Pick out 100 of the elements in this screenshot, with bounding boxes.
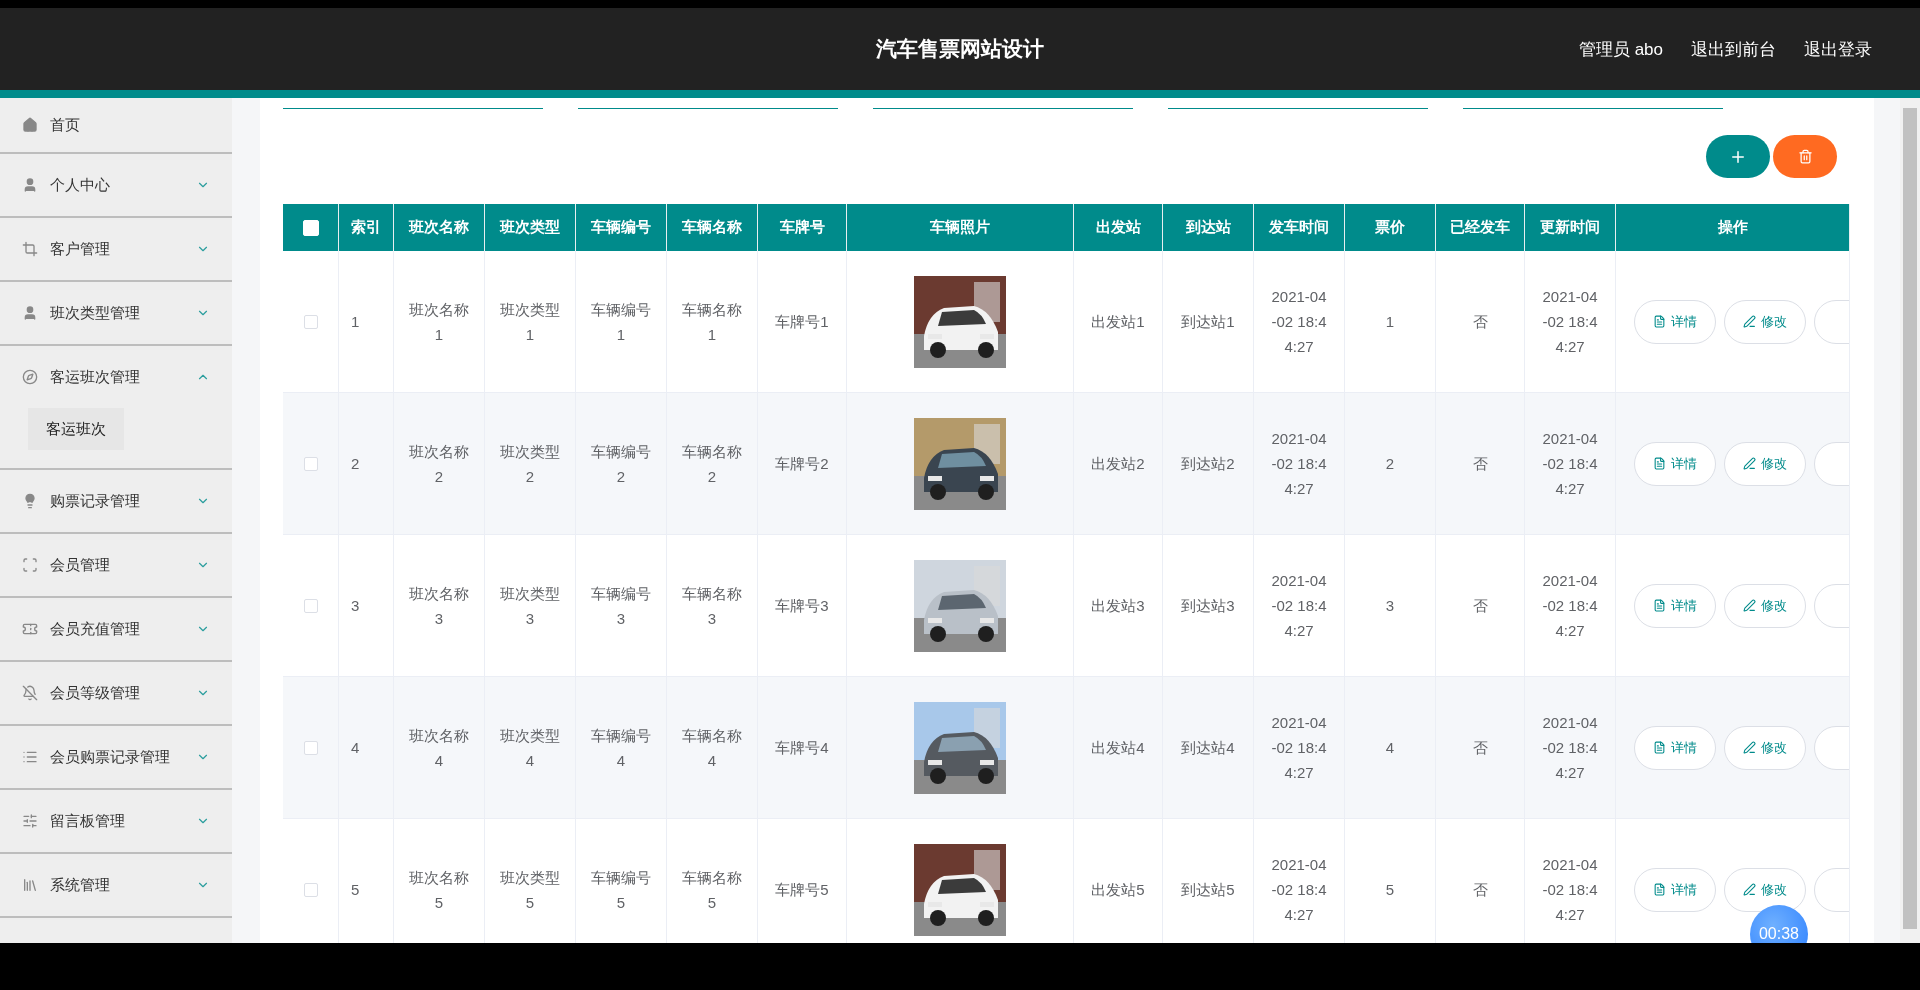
table-cell-text: 车辆编号5 xyxy=(590,867,652,913)
table-cell-text: 班次类型2 xyxy=(499,441,561,487)
table-cell-text: 车辆编号3 xyxy=(590,583,652,629)
menu-icon xyxy=(22,813,38,829)
checkbox[interactable] xyxy=(303,882,318,897)
table-cell-text: 5 xyxy=(1385,880,1395,900)
menu-icon xyxy=(22,369,38,385)
table-cell-text: 2021-04-02 18:44:27 xyxy=(1541,287,1599,357)
sidebar-item[interactable]: 留言板管理 xyxy=(0,790,232,852)
action-button[interactable]: 修改 xyxy=(1724,867,1806,912)
sidebar-item[interactable]: 购票记录管理 xyxy=(0,470,232,532)
action-button[interactable]: 修改 xyxy=(1724,441,1806,486)
document-icon xyxy=(1653,457,1666,470)
header-link[interactable]: 退出到前台 xyxy=(1691,37,1776,61)
header-link[interactable]: 退出登录 xyxy=(1804,37,1872,61)
table-cell-text: 到达站5 xyxy=(1181,880,1235,900)
table-cell-text: 班次名称3 xyxy=(408,583,470,629)
action-button[interactable]: 详情 xyxy=(1634,299,1716,344)
action-button[interactable]: 修改 xyxy=(1724,583,1806,628)
edit-icon xyxy=(1743,457,1756,470)
sidebar-item[interactable]: 客运班次管理 xyxy=(0,346,232,408)
table-cell-text: 车辆名称3 xyxy=(681,583,743,629)
column-header: 车辆照片 xyxy=(847,204,1074,251)
table-cell-text: 2021-04-02 18:44:27 xyxy=(1541,855,1599,925)
column-header: 操作 xyxy=(1616,204,1850,251)
delete-button[interactable] xyxy=(1773,135,1837,178)
document-icon xyxy=(1653,315,1666,328)
table-cell-text: 车辆名称1 xyxy=(681,299,743,345)
action-button[interactable]: 详情 xyxy=(1634,725,1716,770)
action-button[interactable]: 详情 xyxy=(1634,867,1716,912)
action-button[interactable]: 修改 xyxy=(1724,725,1806,770)
action-button[interactable]: 修改 xyxy=(1724,299,1806,344)
sidebar-item[interactable]: 系统管理 xyxy=(0,854,232,916)
document-icon xyxy=(1653,883,1666,896)
column-header: 到达站 xyxy=(1163,204,1254,251)
action-button[interactable]: 详情 xyxy=(1634,441,1716,486)
column-header: 索引 xyxy=(339,204,394,251)
table-cell-text: 2 xyxy=(351,454,360,474)
table-cell-text: 车牌号1 xyxy=(775,312,829,332)
checkbox[interactable] xyxy=(303,598,318,613)
table-cell-text: 班次名称4 xyxy=(408,725,470,771)
sidebar-item[interactable]: 首页 xyxy=(0,98,232,152)
table-cell-text: 2 xyxy=(1385,454,1395,474)
edit-icon xyxy=(1743,741,1756,754)
table-cell-text: 到达站4 xyxy=(1181,738,1235,758)
column-header: 已经发车 xyxy=(1436,204,1525,251)
column-header: 发车时间 xyxy=(1254,204,1345,251)
sidebar-item[interactable]: 客户管理 xyxy=(0,218,232,280)
scrollbar[interactable] xyxy=(1900,98,1920,943)
edit-icon xyxy=(1743,315,1756,328)
table-cell-text: 2021-04-02 18:44:27 xyxy=(1541,713,1599,783)
checkbox[interactable] xyxy=(303,740,318,755)
table-cell-text: 4 xyxy=(1385,738,1395,758)
menu-icon xyxy=(22,685,38,701)
table-cell-text: 否 xyxy=(1472,880,1488,900)
edit-icon xyxy=(1743,599,1756,612)
table-cell-text: 出发站2 xyxy=(1091,454,1145,474)
menu-icon xyxy=(22,557,38,573)
table-cell-text: 1 xyxy=(351,312,360,332)
table-cell-text: 车牌号4 xyxy=(775,738,829,758)
table-cell-text: 否 xyxy=(1472,596,1488,616)
column-header: 出发站 xyxy=(1074,204,1163,251)
table-cell-text: 否 xyxy=(1472,312,1488,332)
table-cell-text: 车辆名称2 xyxy=(681,441,743,487)
table-cell-text: 到达站3 xyxy=(1181,596,1235,616)
sidebar-item[interactable]: 会员管理 xyxy=(0,534,232,596)
sidebar-item[interactable]: 会员充值管理 xyxy=(0,598,232,660)
action-button[interactable]: 详情 xyxy=(1634,583,1716,628)
checkbox[interactable] xyxy=(303,314,318,329)
column-header: 车辆编号 xyxy=(576,204,667,251)
edit-icon xyxy=(1743,883,1756,896)
submenu-item[interactable]: 客运班次 xyxy=(28,408,124,450)
table-cell-text: 班次类型1 xyxy=(499,299,561,345)
menu-icon xyxy=(22,749,38,765)
table-cell-text: 出发站4 xyxy=(1091,738,1145,758)
table-cell-text: 1 xyxy=(1385,312,1395,332)
checkbox[interactable] xyxy=(303,456,318,471)
sidebar-item[interactable]: 班次类型管理 xyxy=(0,282,232,344)
menu-icon xyxy=(22,177,38,193)
menu-icon xyxy=(22,493,38,509)
sidebar-item[interactable]: 个人中心 xyxy=(0,154,232,216)
sidebar-item[interactable]: 会员购票记录管理 xyxy=(0,726,232,788)
menu-icon xyxy=(22,117,38,133)
table-cell-text: 班次类型3 xyxy=(499,583,561,629)
table-cell-text: 车牌号5 xyxy=(775,880,829,900)
column-header: 班次类型 xyxy=(485,204,576,251)
column-header: 班次名称 xyxy=(394,204,485,251)
menu-icon xyxy=(22,877,38,893)
column-header: 车辆名称 xyxy=(667,204,758,251)
sidebar-item[interactable]: 会员等级管理 xyxy=(0,662,232,724)
table-cell-text: 班次类型5 xyxy=(499,867,561,913)
column-header: 车牌号 xyxy=(758,204,847,251)
table-cell-text: 否 xyxy=(1472,738,1488,758)
table-cell-text: 3 xyxy=(351,596,360,616)
column-header: 更新时间 xyxy=(1525,204,1616,251)
menu-icon xyxy=(22,241,38,257)
table-cell-text: 出发站5 xyxy=(1091,880,1145,900)
table-cell-text: 4 xyxy=(351,738,360,758)
table-cell-text: 车辆名称4 xyxy=(681,725,743,771)
add-button[interactable] xyxy=(1706,135,1770,178)
